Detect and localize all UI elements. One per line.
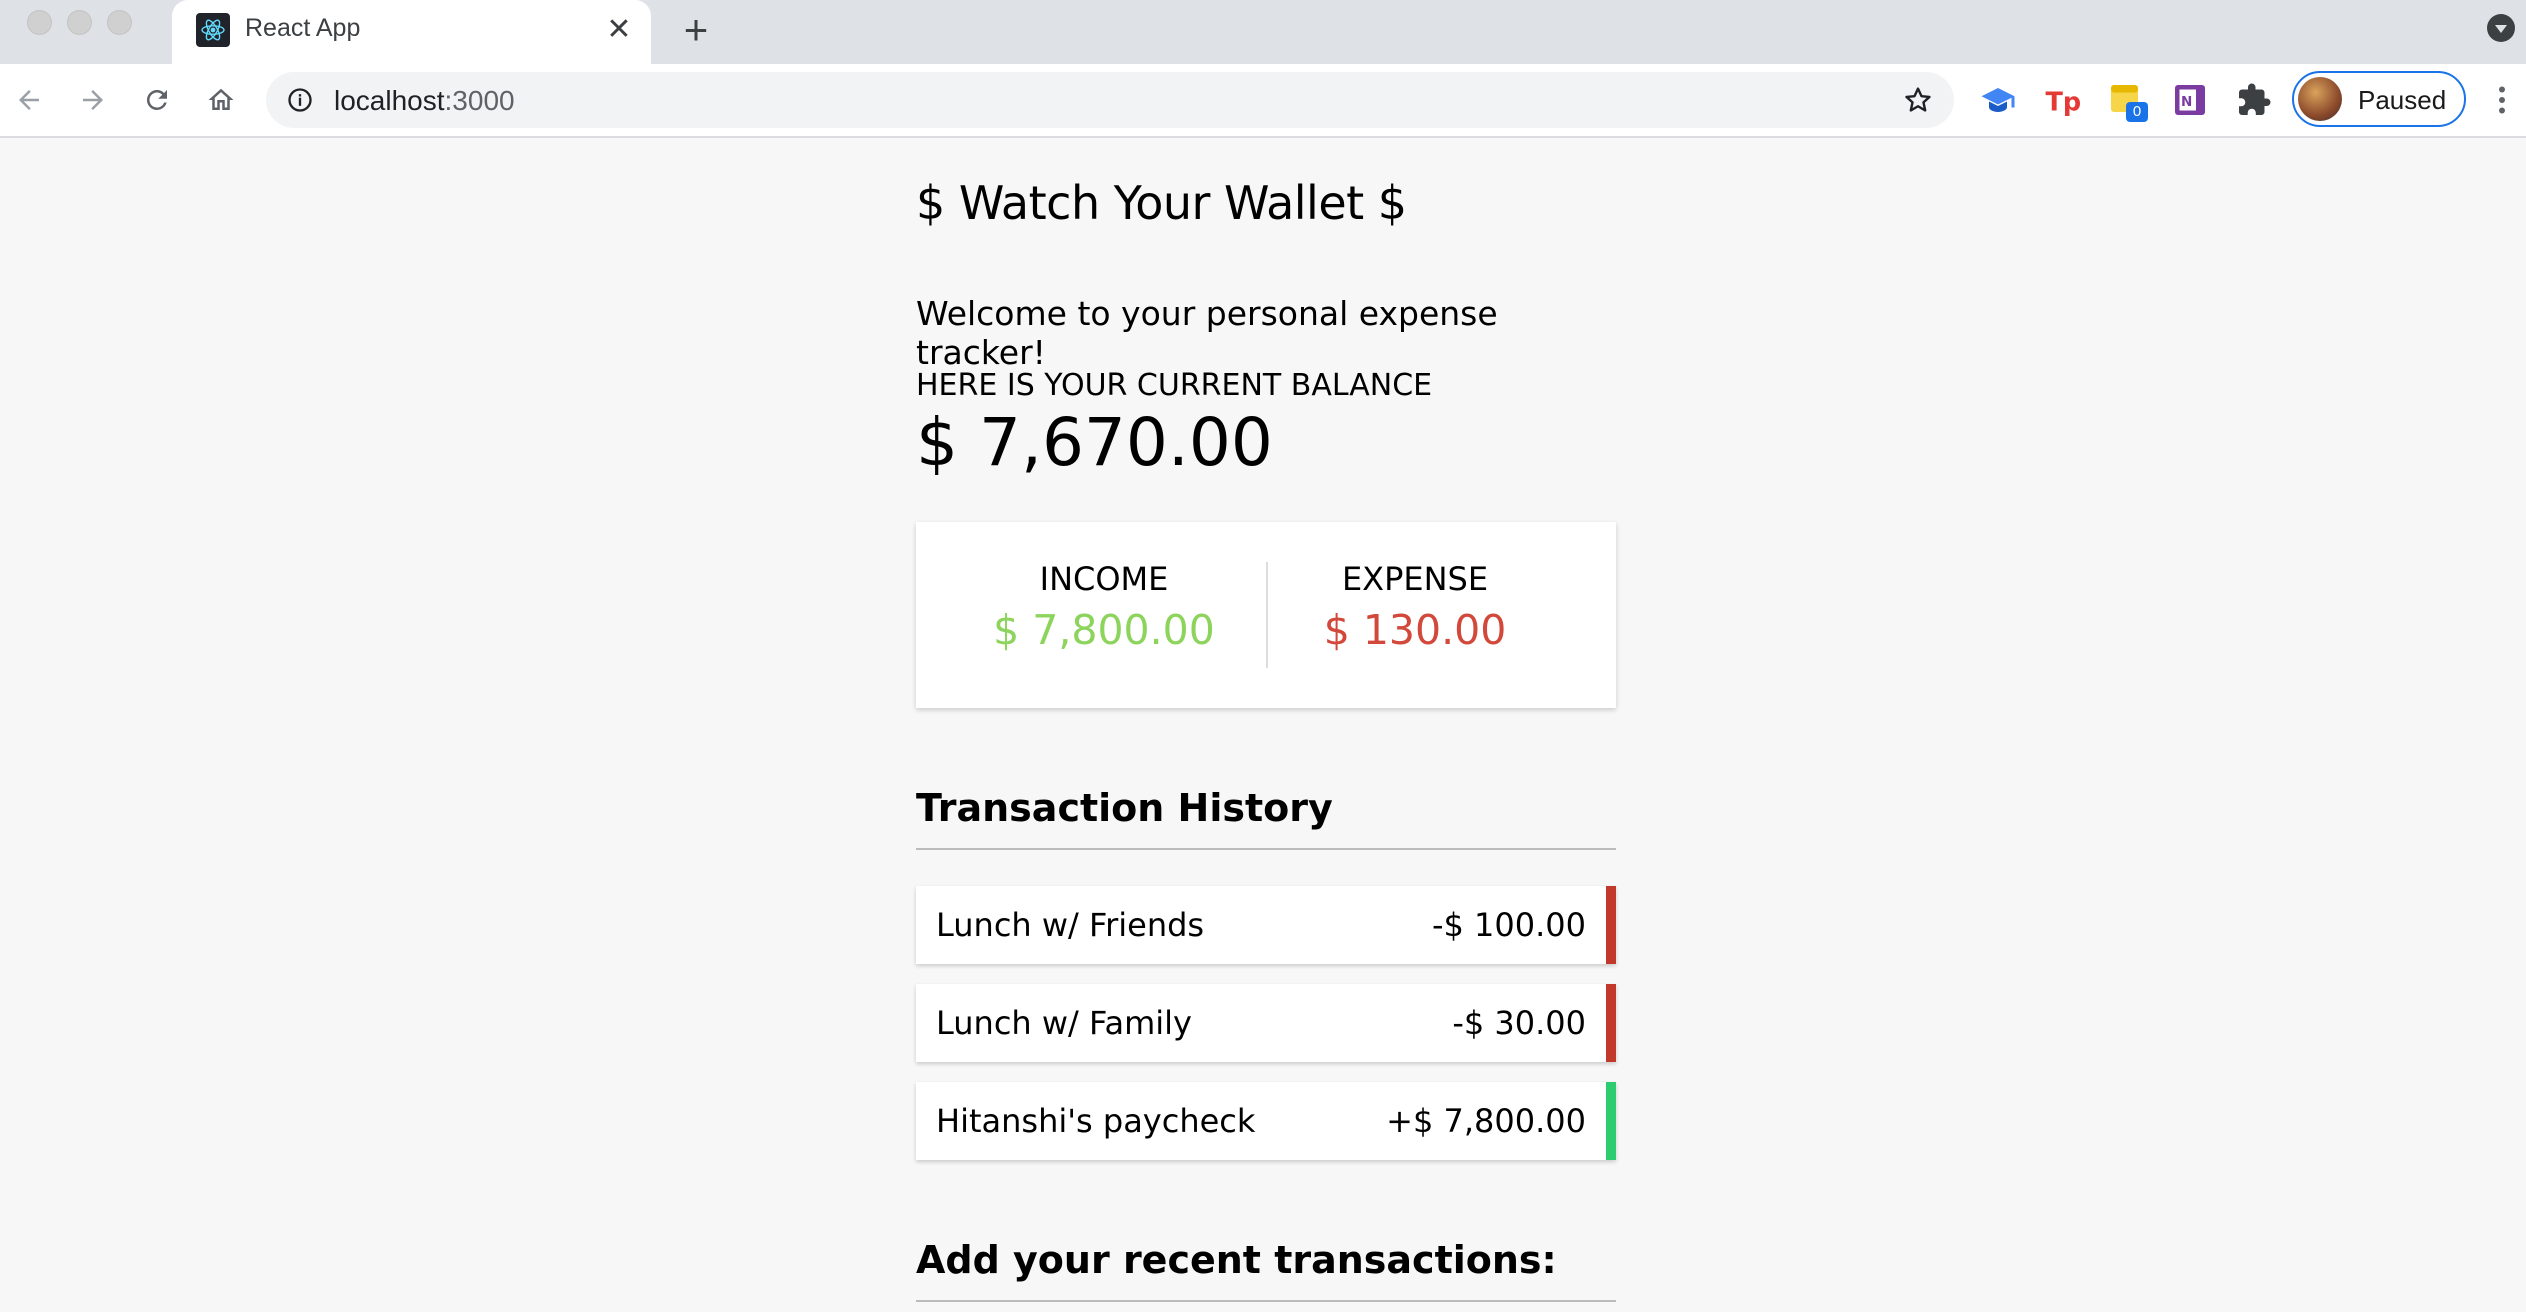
address-bar[interactable]: localhost:3000 — [266, 72, 1954, 128]
avatar — [2298, 77, 2342, 121]
new-tab-button[interactable]: + — [676, 8, 716, 52]
more-menu-icon[interactable] — [2484, 82, 2520, 118]
transaction-type-bar — [1606, 886, 1616, 964]
income-expense-card: INCOME $ 7,800.00 EXPENSE $ 130.00 — [916, 522, 1616, 708]
svg-text:Tp: Tp — [2046, 88, 2081, 118]
transaction-history-heading: Transaction History — [916, 786, 1616, 850]
window-close-button[interactable] — [27, 10, 52, 35]
transaction-amount: -$ 100.00 — [1431, 906, 1586, 944]
url-port: :3000 — [444, 85, 515, 116]
page-title: $ Watch Your Wallet $ — [916, 176, 1407, 230]
transaction-item[interactable]: Lunch w/ Family -$ 30.00 — [916, 984, 1616, 1062]
browser-tab-active[interactable]: React App ✕ — [172, 0, 651, 64]
forward-arrow-icon[interactable] — [71, 78, 115, 122]
home-icon[interactable] — [199, 78, 243, 122]
transaction-item[interactable]: Lunch w/ Friends -$ 100.00 — [916, 886, 1616, 964]
profile-button[interactable]: Paused — [2292, 71, 2466, 127]
transaction-type-bar — [1606, 1082, 1616, 1160]
expense-summary: EXPENSE $ 130.00 — [1265, 560, 1565, 654]
balance-label: HERE IS YOUR CURRENT BALANCE — [916, 368, 1433, 403]
url-host: localhost — [334, 85, 445, 116]
add-transaction-heading: Add your recent transactions: — [916, 1238, 1616, 1302]
bookmark-star-icon[interactable] — [1902, 84, 1934, 116]
notes-extension-icon[interactable]: 0 — [2108, 82, 2148, 122]
tab-close-icon[interactable]: ✕ — [601, 12, 637, 48]
window-zoom-button[interactable] — [107, 10, 132, 35]
welcome-message: Welcome to your personal expense tracker… — [916, 294, 1498, 372]
graduation-cap-icon[interactable] — [1980, 82, 2016, 118]
transaction-name: Lunch w/ Friends — [936, 906, 1205, 944]
back-arrow-icon[interactable] — [7, 78, 51, 122]
site-info-icon[interactable] — [286, 86, 314, 114]
transaction-name: Lunch w/ Family — [936, 1004, 1192, 1042]
onenote-icon[interactable]: N — [2172, 82, 2208, 118]
transaction-name: Hitanshi's paycheck — [936, 1102, 1256, 1140]
expense-value: $ 130.00 — [1323, 606, 1507, 654]
balance-value: $ 7,670.00 — [916, 404, 1273, 481]
income-summary: INCOME $ 7,800.00 — [954, 560, 1254, 654]
expense-label: EXPENSE — [1341, 560, 1489, 598]
income-value: $ 7,800.00 — [993, 606, 1215, 654]
window-minimize-button[interactable] — [67, 10, 92, 35]
browser-tab-strip: React App ✕ + — [0, 0, 2526, 64]
income-label: INCOME — [1039, 560, 1169, 598]
react-favicon-icon — [196, 13, 230, 47]
browser-toolbar: localhost:3000 Tp 0 N Paused — [0, 64, 2526, 138]
transaction-amount: +$ 7,800.00 — [1386, 1102, 1586, 1140]
tab-search-icon[interactable] — [2487, 14, 2515, 42]
tab-title: React App — [245, 14, 361, 42]
transaction-item[interactable]: Hitanshi's paycheck +$ 7,800.00 — [916, 1082, 1616, 1160]
extension-badge-count: 0 — [2126, 102, 2148, 122]
transaction-type-bar — [1606, 984, 1616, 1062]
url-text[interactable]: localhost:3000 — [334, 85, 515, 117]
profile-status-label: Paused — [2358, 85, 2447, 115]
svg-text:N: N — [2181, 94, 2192, 110]
transaction-list: Lunch w/ Friends -$ 100.00 Lunch w/ Fami… — [916, 886, 1616, 1180]
tp-extension-icon[interactable]: Tp — [2044, 82, 2082, 118]
reload-icon[interactable] — [135, 78, 179, 122]
transaction-amount: -$ 30.00 — [1452, 1004, 1586, 1042]
puzzle-extensions-icon[interactable] — [2236, 82, 2272, 118]
